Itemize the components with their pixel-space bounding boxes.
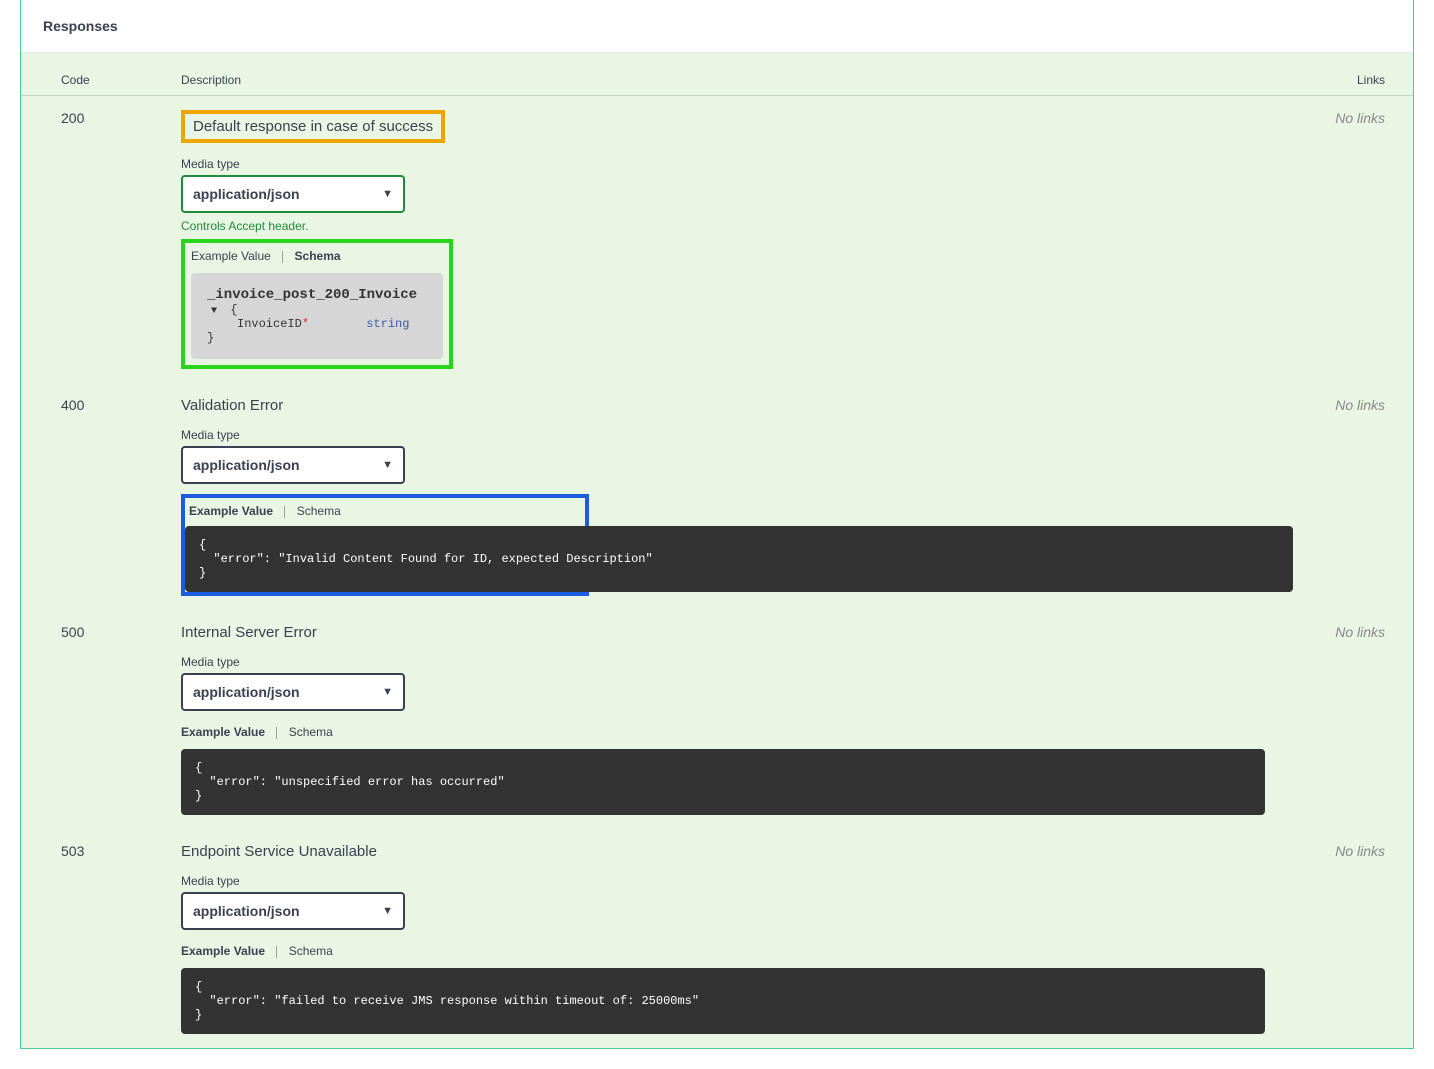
response-description: Validation Error bbox=[181, 397, 283, 414]
section-title: Responses bbox=[43, 18, 1391, 34]
schema-field-type: string bbox=[366, 317, 409, 331]
schema-brace-close: } bbox=[207, 331, 427, 345]
tab-schema[interactable]: Schema bbox=[295, 249, 341, 263]
tab-separator bbox=[276, 727, 277, 739]
response-body: Internal Server Error Media type applica… bbox=[161, 610, 1285, 829]
media-type-value: application/json bbox=[193, 684, 300, 700]
chevron-down-icon: ▼ bbox=[382, 459, 393, 471]
responses-table: Code Description Links 200 Default respo… bbox=[21, 53, 1413, 1048]
schema-model-box: _invoice_post_200_Invoice ▼ { InvoiceID*… bbox=[191, 273, 443, 359]
th-links: Links bbox=[1285, 53, 1413, 96]
response-code: 200 bbox=[21, 96, 161, 384]
tab-example-value[interactable]: Example Value bbox=[181, 944, 265, 958]
table-row: 200 Default response in case of success … bbox=[21, 96, 1413, 384]
schema-brace-open: { bbox=[230, 303, 237, 317]
response-code: 400 bbox=[21, 383, 161, 610]
media-type-value: application/json bbox=[193, 903, 300, 919]
responses-header: Responses bbox=[21, 0, 1413, 53]
schema-field-name: InvoiceID bbox=[237, 317, 302, 331]
response-links: No links bbox=[1285, 829, 1413, 1048]
media-type-select[interactable]: application/json ▼ bbox=[181, 892, 405, 930]
schema-tabs: Example Value Schema bbox=[185, 249, 443, 263]
th-code: Code bbox=[21, 53, 161, 96]
tab-separator bbox=[282, 251, 283, 263]
example-code-block[interactable]: { "error": "unspecified error has occurr… bbox=[181, 749, 1265, 815]
response-body: Validation Error Media type application/… bbox=[161, 383, 1285, 610]
response-links: No links bbox=[1285, 610, 1413, 829]
schema-tabs: Example Value Schema bbox=[181, 944, 1265, 958]
media-type-select[interactable]: application/json ▼ bbox=[181, 175, 405, 213]
media-type-label: Media type bbox=[181, 428, 1265, 442]
media-type-label: Media type bbox=[181, 157, 1265, 171]
tab-schema[interactable]: Schema bbox=[289, 944, 333, 958]
response-code: 503 bbox=[21, 829, 161, 1048]
response-description: Endpoint Service Unavailable bbox=[181, 843, 377, 860]
chevron-down-icon: ▼ bbox=[382, 188, 393, 200]
highlight-annotation-orange: Default response in case of success bbox=[181, 110, 445, 143]
media-type-value: application/json bbox=[193, 457, 300, 473]
schema-tabs: Example Value Schema bbox=[185, 498, 585, 518]
chevron-down-icon[interactable]: ▼ bbox=[211, 306, 217, 317]
controls-accept-hint: Controls Accept header. bbox=[181, 219, 1265, 233]
response-code: 500 bbox=[21, 610, 161, 829]
tab-schema[interactable]: Schema bbox=[297, 504, 341, 518]
tab-schema[interactable]: Schema bbox=[289, 725, 333, 739]
tab-example-value[interactable]: Example Value bbox=[189, 504, 273, 518]
tab-example-value[interactable]: Example Value bbox=[191, 249, 271, 263]
table-row: 503 Endpoint Service Unavailable Media t… bbox=[21, 829, 1413, 1048]
chevron-down-icon: ▼ bbox=[382, 686, 393, 698]
required-star-icon: * bbox=[302, 317, 309, 331]
highlight-annotation-blue: Example Value Schema { "error": "Invalid… bbox=[181, 494, 589, 596]
response-description: Default response in case of success bbox=[185, 114, 441, 139]
table-row: 500 Internal Server Error Media type app… bbox=[21, 610, 1413, 829]
response-body: Default response in case of success Medi… bbox=[161, 96, 1285, 384]
schema-model-name: _invoice_post_200_Invoice bbox=[207, 287, 417, 303]
tab-separator bbox=[284, 506, 285, 518]
th-description: Description bbox=[161, 53, 1285, 96]
media-type-select[interactable]: application/json ▼ bbox=[181, 673, 405, 711]
highlight-annotation-green: Example Value Schema _invoice_post_200_I… bbox=[181, 239, 453, 369]
responses-panel: Responses Code Description Links 200 Def… bbox=[20, 0, 1414, 1049]
tab-example-value[interactable]: Example Value bbox=[181, 725, 265, 739]
response-description: Internal Server Error bbox=[181, 624, 317, 641]
media-type-value: application/json bbox=[193, 186, 300, 202]
tab-separator bbox=[276, 946, 277, 958]
response-body: Endpoint Service Unavailable Media type … bbox=[161, 829, 1285, 1048]
schema-tabs: Example Value Schema bbox=[181, 725, 1265, 739]
chevron-down-icon: ▼ bbox=[382, 905, 393, 917]
media-type-label: Media type bbox=[181, 874, 1265, 888]
example-code-block[interactable]: { "error": "failed to receive JMS respon… bbox=[181, 968, 1265, 1034]
example-code-block[interactable]: { "error": "Invalid Content Found for ID… bbox=[185, 526, 1293, 592]
media-type-label: Media type bbox=[181, 655, 1265, 669]
response-links: No links bbox=[1285, 383, 1413, 610]
media-type-select[interactable]: application/json ▼ bbox=[181, 446, 405, 484]
response-links: No links bbox=[1285, 96, 1413, 384]
table-row: 400 Validation Error Media type applicat… bbox=[21, 383, 1413, 610]
